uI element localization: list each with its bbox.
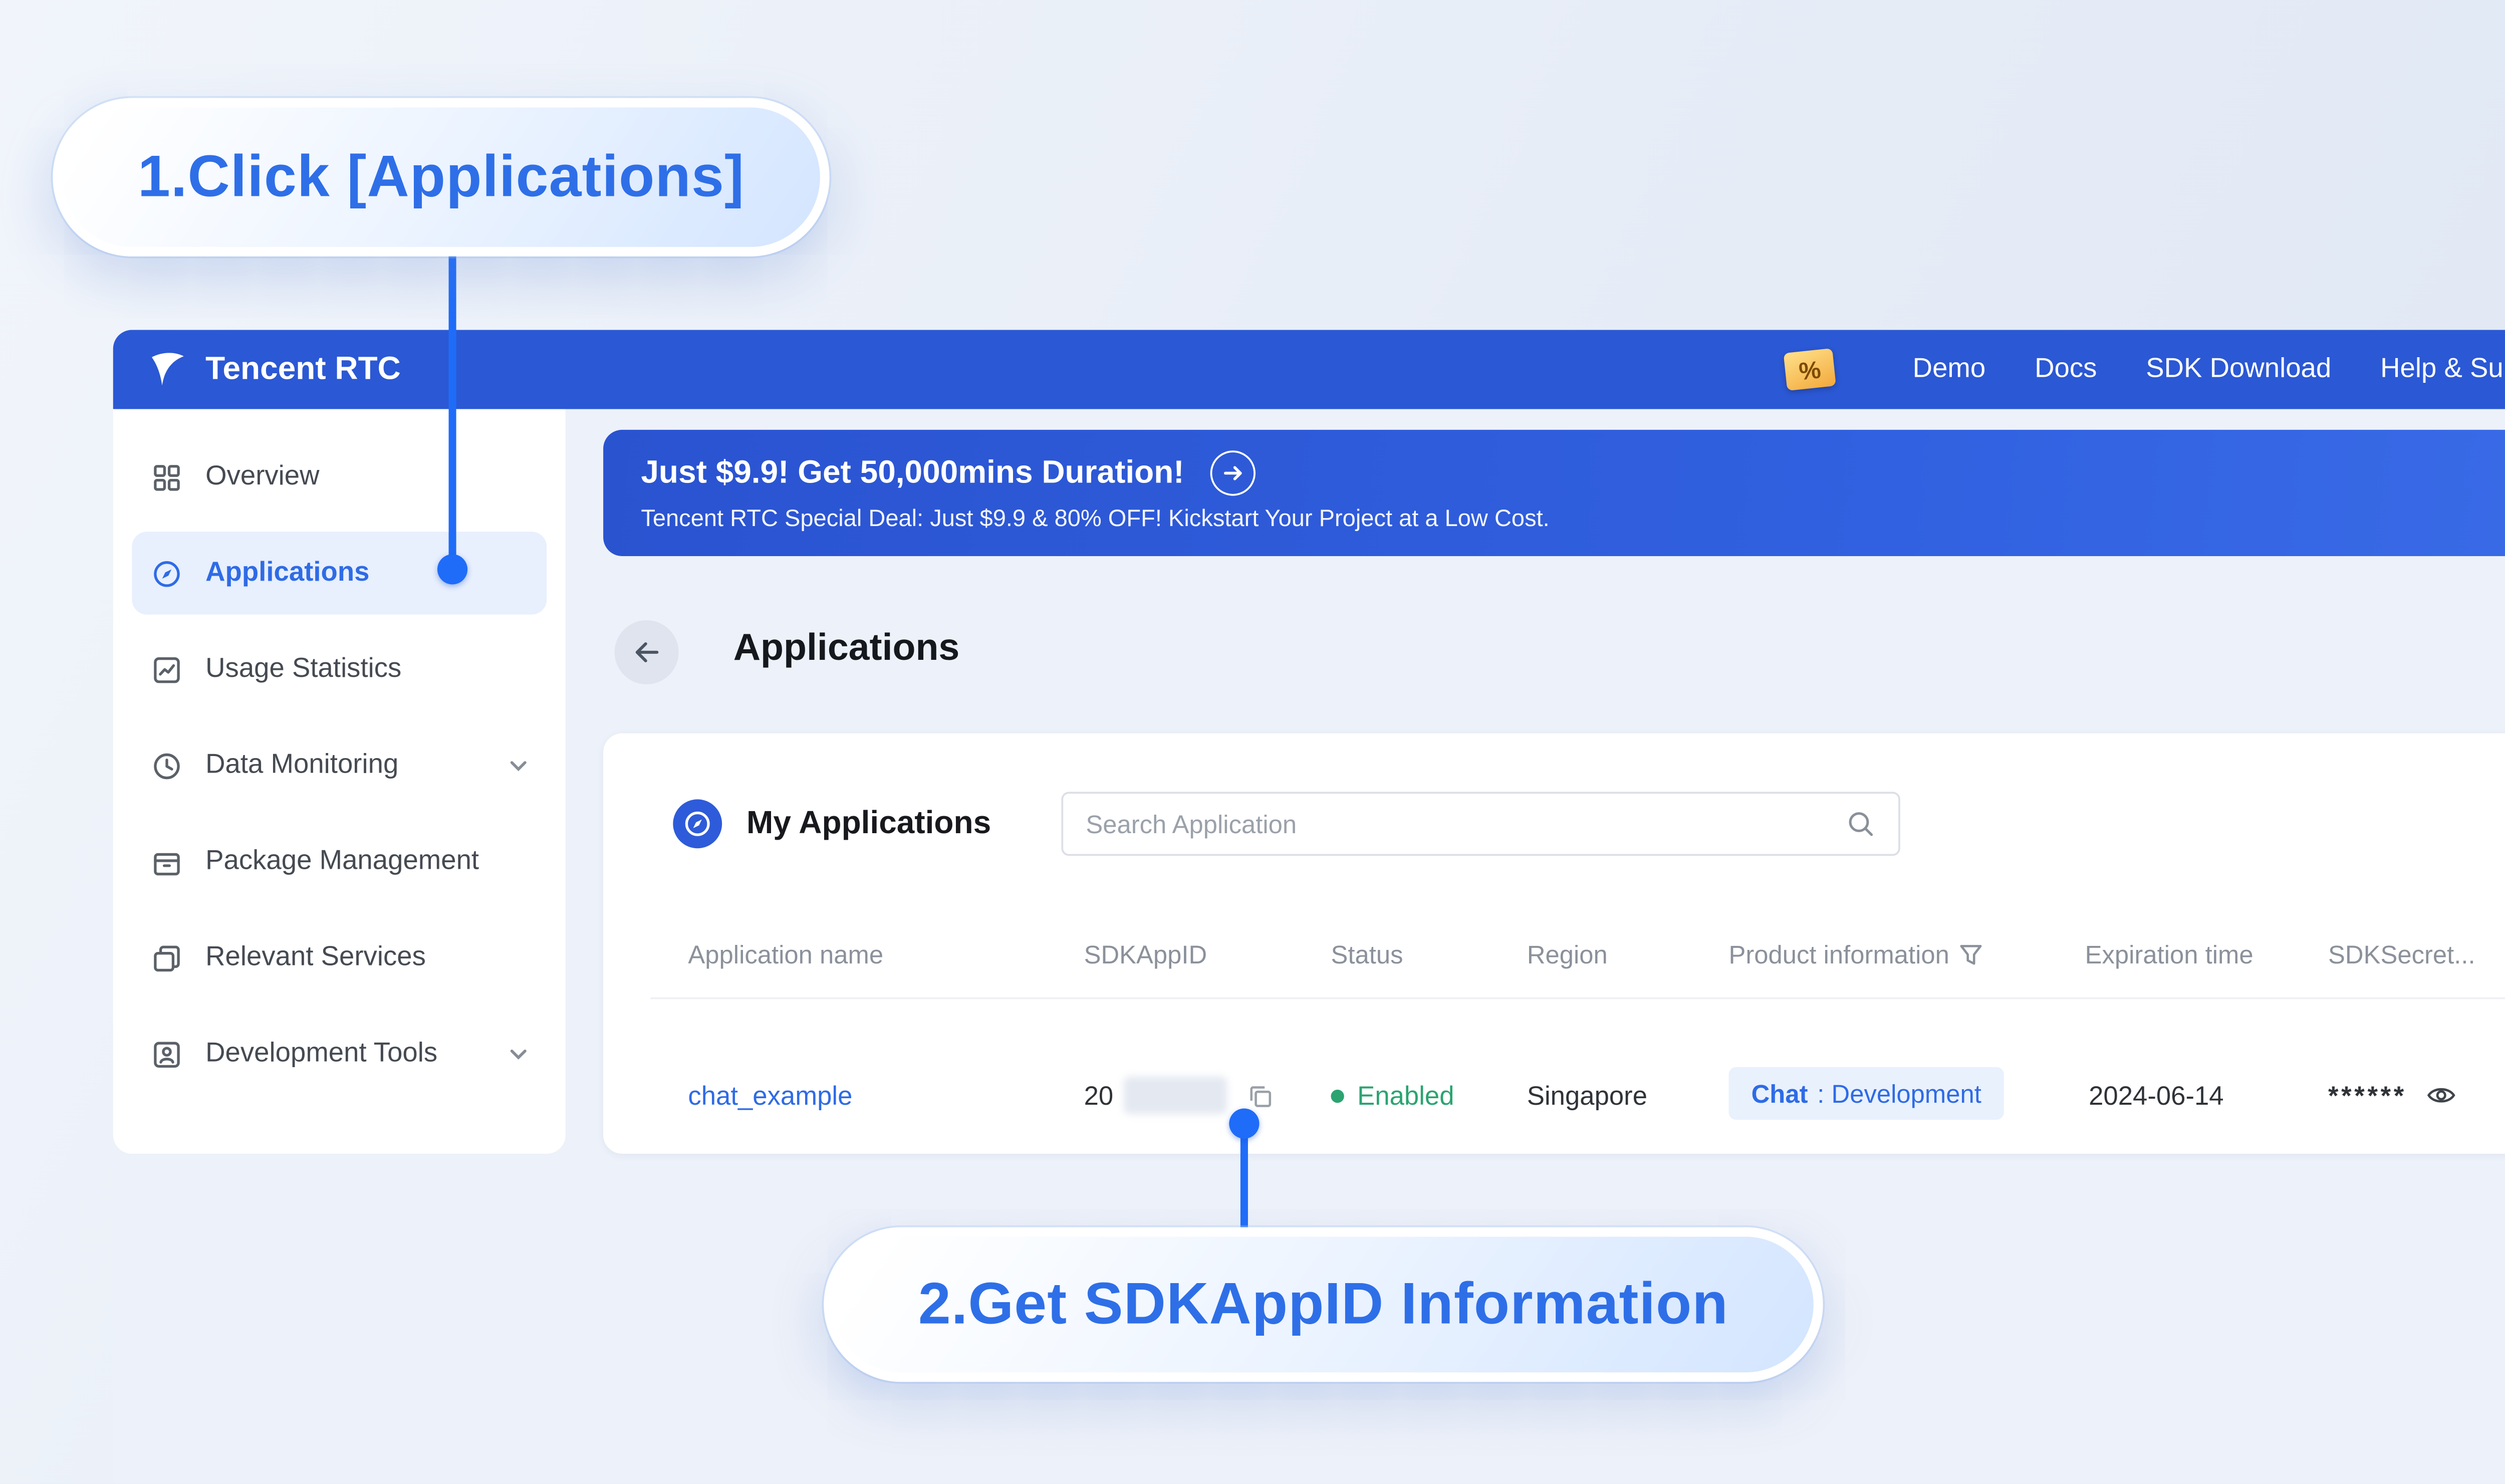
- copy-icon[interactable]: [1245, 1081, 1274, 1109]
- nav-link-sdk-download[interactable]: SDK Download: [2146, 354, 2331, 384]
- sidebar-item-label: Overview: [205, 461, 320, 492]
- screenshot-canvas: 1.Click [Applications] Tencent RTC Demo …: [0, 0, 2505, 1484]
- column-header-label: Product information: [1728, 940, 1949, 969]
- connector-line-1: [448, 249, 456, 558]
- chart-icon: [151, 653, 183, 685]
- callout-step-2-text: 2.Get SDKAppID Information: [918, 1271, 1728, 1337]
- person-box-icon: [151, 1038, 183, 1070]
- column-header-sdksecret: SDKSecret...: [2328, 940, 2475, 969]
- sidebar-item-label: Applications: [205, 558, 370, 588]
- sidebar-item-package-management[interactable]: Package Management: [132, 820, 547, 903]
- promo-banner: Just $9.9! Get 50,000mins Duration! Tenc…: [603, 429, 2505, 557]
- product-tag: Chat : Development: [1728, 1067, 2004, 1120]
- sdkappid-masked: [1123, 1076, 1226, 1114]
- application-name-link[interactable]: chat_example: [688, 1075, 852, 1116]
- status-cell: Enabled: [1331, 1075, 1454, 1116]
- sidebar: Overview Applications Usage Statistics D…: [113, 409, 566, 1154]
- nav-link-docs[interactable]: Docs: [2035, 354, 2097, 384]
- copy-docs-icon: [151, 941, 183, 973]
- eye-icon[interactable]: [2426, 1080, 2456, 1110]
- banner-subtitle: Tencent RTC Special Deal: Just $9.9 & 80…: [641, 505, 1550, 532]
- back-arrow-icon: [632, 637, 662, 667]
- column-header-expiration-time: Expiration time: [2085, 940, 2253, 969]
- nav-link-label: SDK Download: [2146, 354, 2332, 385]
- back-button[interactable]: [614, 620, 679, 684]
- column-header-status: Status: [1331, 940, 1403, 969]
- callout-step-2: 2.Get SDKAppID Information: [824, 1227, 1823, 1382]
- status-dot-icon: [1331, 1088, 1344, 1102]
- tencent-rtc-logo-icon: [147, 349, 188, 390]
- column-header-region: Region: [1527, 940, 1608, 969]
- search-icon[interactable]: [1846, 809, 1876, 839]
- callout-step-1: 1.Click [Applications]: [53, 98, 830, 257]
- sidebar-item-applications[interactable]: Applications: [132, 532, 547, 615]
- compass-icon: [151, 557, 183, 589]
- chevron-down-icon: [509, 759, 528, 772]
- secret-masked-value: ******: [2328, 1080, 2407, 1111]
- status-badge: Enabled: [1357, 1080, 1454, 1111]
- sidebar-item-relevant-services[interactable]: Relevant Services: [132, 916, 547, 1000]
- grid-icon: [151, 461, 183, 493]
- search-input[interactable]: [1063, 810, 1846, 838]
- connector-line-2: [1240, 1123, 1248, 1233]
- banner-title: Just $9.9! Get 50,000mins Duration!: [641, 454, 1184, 490]
- column-header-product-information: Product information: [1728, 941, 1983, 969]
- product-name: Chat: [1751, 1079, 1808, 1108]
- nav-link-label: Help & Support: [2380, 354, 2505, 385]
- column-header-sdkappid: SDKAppID: [1084, 940, 1207, 969]
- table-header-divider: [650, 997, 2505, 1000]
- package-icon: [151, 846, 183, 878]
- connector-dot-1: [437, 554, 468, 585]
- sidebar-item-label: Data Monitoring: [205, 750, 399, 781]
- my-applications-card: My Applications Create application Appli…: [603, 733, 2505, 1154]
- sidebar-item-overview[interactable]: Overview: [132, 435, 547, 519]
- expiration-cell: 2024-06-14: [2089, 1080, 2224, 1111]
- card-title: My Applications: [746, 805, 991, 841]
- callout-step-1-text: 1.Click [Applications]: [137, 143, 744, 209]
- column-header-application-name: Application name: [688, 940, 884, 969]
- sidebar-item-label: Usage Statistics: [205, 654, 402, 684]
- product-environment: : Development: [1817, 1079, 1981, 1108]
- sidebar-item-label: Development Tools: [205, 1039, 438, 1069]
- sdkappid-visible-digits: 20: [1084, 1080, 1114, 1111]
- navbar-right-group: Demo Docs SDK Download Help & Support $: [1783, 330, 2505, 409]
- nav-link-help-support[interactable]: Help & Support: [2380, 354, 2505, 384]
- connector-dot-2: [1229, 1108, 1260, 1139]
- compass-badge-icon: [673, 799, 722, 849]
- chevron-down-icon: [509, 1047, 528, 1060]
- arrow-right-icon[interactable]: [1210, 450, 1256, 496]
- sidebar-item-data-monitoring[interactable]: Data Monitoring: [132, 724, 547, 807]
- nav-link-label: Docs: [2035, 354, 2097, 385]
- gauge-icon: [151, 750, 183, 782]
- top-navbar: Tencent RTC Demo Docs SDK Download Help …: [113, 330, 2505, 409]
- application-search: [1061, 792, 1900, 856]
- brand-logo[interactable]: Tencent RTC: [147, 330, 401, 409]
- nav-link-demo[interactable]: Demo: [1913, 354, 1986, 384]
- page-title: Applications: [733, 627, 960, 669]
- nav-link-label: Demo: [1912, 354, 1986, 385]
- region-cell: Singapore: [1527, 1080, 1648, 1111]
- sidebar-item-development-tools[interactable]: Development Tools: [132, 1013, 547, 1096]
- brand-name: Tencent RTC: [205, 350, 401, 387]
- sidebar-item-usage-statistics[interactable]: Usage Statistics: [132, 628, 547, 711]
- coupon-icon[interactable]: [1783, 348, 1836, 391]
- sidebar-item-label: Relevant Services: [205, 942, 426, 973]
- filter-icon[interactable]: [1959, 942, 1983, 967]
- sidebar-item-label: Package Management: [205, 846, 479, 877]
- sdksecret-cell: ******: [2328, 1075, 2456, 1116]
